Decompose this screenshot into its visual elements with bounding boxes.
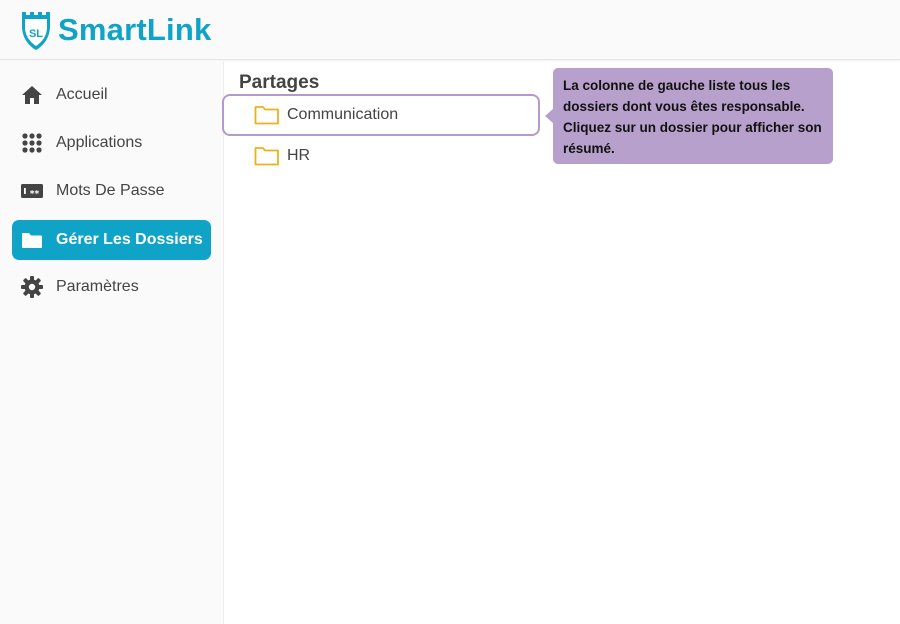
folder-row-communication[interactable]: Communication [222,94,540,136]
sidebar-item-gerer-les-dossiers[interactable]: Gérer Les Dossiers [12,220,211,260]
folder-name: Communication [287,106,399,123]
sidebar-item-label: Gérer Les Dossiers [56,231,203,248]
smartlink-logo-icon[interactable]: SL [16,8,56,52]
sidebar: Accueil Applications ** Mots De Passe Gé… [0,61,224,624]
section-title: Partages [239,72,320,93]
sidebar-item-label: Accueil [56,86,108,103]
folder-icon [22,233,42,248]
svg-text:**: ** [30,190,40,200]
grid-icon [22,133,42,153]
sidebar-item-label: Paramètres [56,278,139,295]
help-tooltip: La colonne de gauche liste tous les doss… [553,68,833,164]
folder-outline-icon [254,106,279,125]
sidebar-item-label: Mots De Passe [56,182,165,199]
sidebar-item-applications[interactable]: Applications [12,123,211,163]
brand-name[interactable]: SmartLink [58,12,211,48]
sidebar-item-mots-de-passe[interactable]: ** Mots De Passe [12,171,211,211]
sidebar-item-parametres[interactable]: Paramètres [12,267,211,307]
sidebar-item-label: Applications [56,134,143,151]
folder-row-hr[interactable]: HR [222,135,540,177]
folder-outline-icon [254,147,279,166]
logo-text: SL [29,28,43,40]
home-icon [22,86,42,104]
password-icon: ** [21,184,43,200]
top-bar: SL SmartLink [0,0,900,60]
folder-name: HR [287,147,311,164]
gear-icon [21,276,43,298]
sidebar-item-accueil[interactable]: Accueil [12,75,211,115]
